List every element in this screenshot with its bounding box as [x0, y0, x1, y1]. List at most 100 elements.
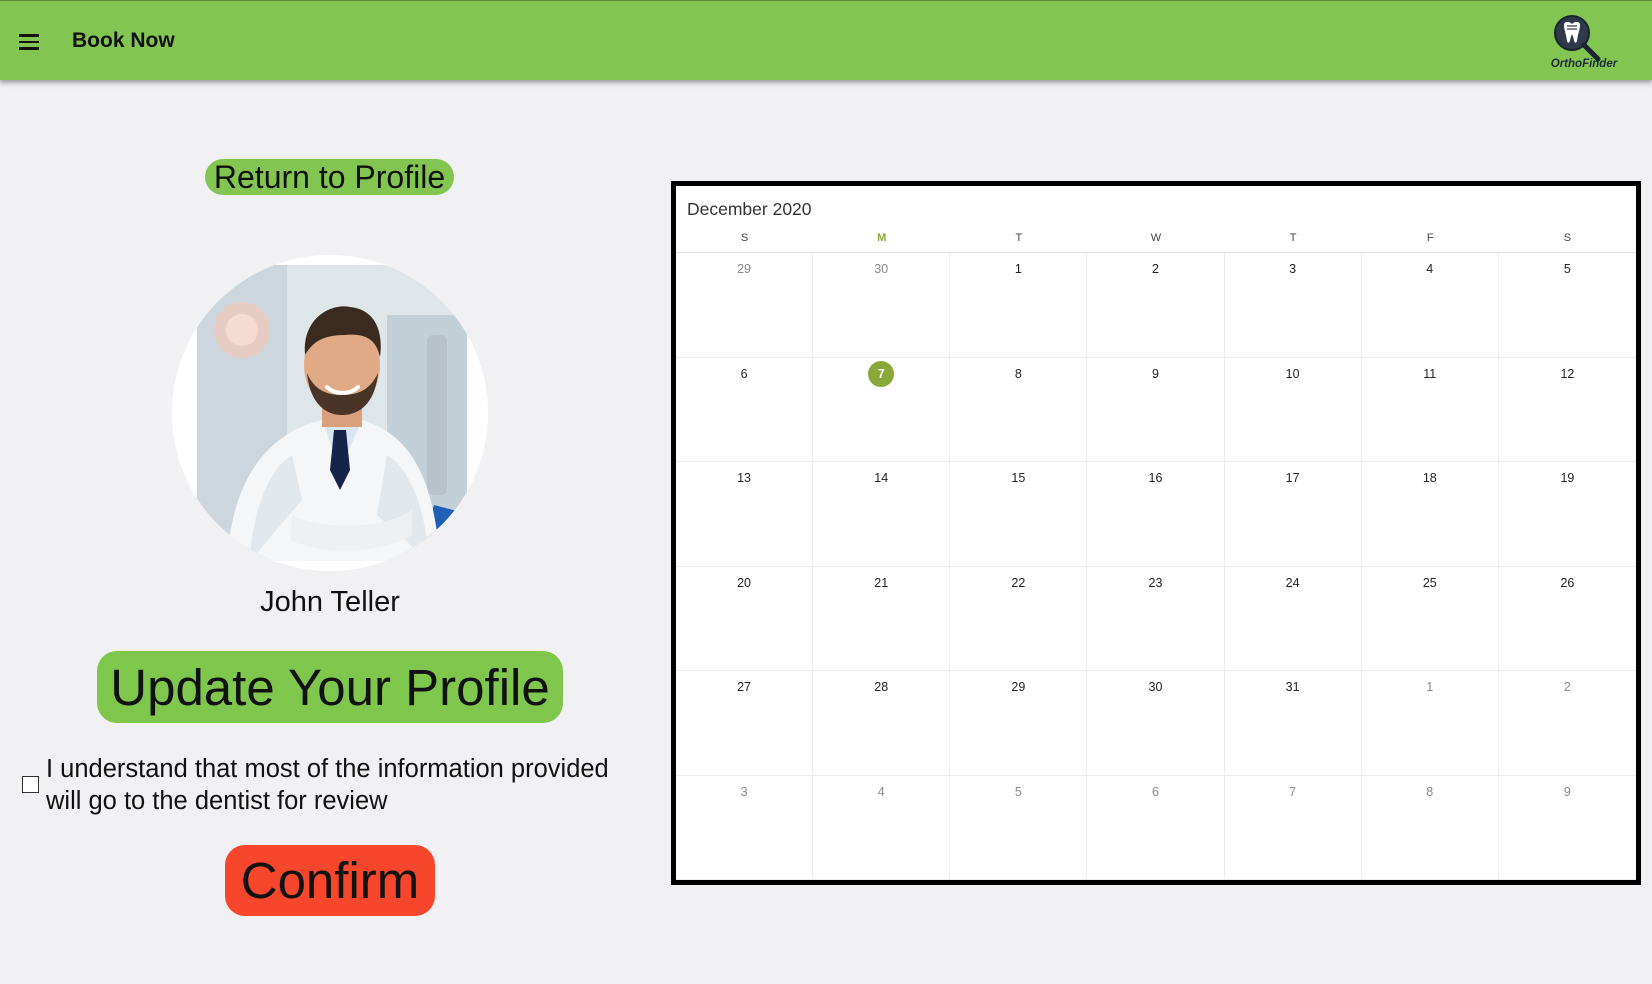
calendar: December 2020 SMTWTFS 29 30 1 2 3 4 5 6 7 8 9 10 11 1… [671, 181, 1641, 885]
calendar-day[interactable]: 3 [676, 775, 814, 880]
calendar-day[interactable]: 21 [813, 566, 951, 671]
calendar-day[interactable]: 7 [1224, 775, 1362, 880]
calendar-day[interactable]: 1 [1361, 671, 1499, 776]
calendar-day-number: 25 [1422, 575, 1437, 590]
hamburger-menu-icon[interactable] [14, 27, 44, 57]
calendar-day[interactable]: 4 [1361, 253, 1499, 358]
calendar-day[interactable]: 2 [1087, 253, 1225, 358]
calendar-day-number: 27 [737, 680, 752, 694]
calendar-day-number: 18 [1422, 471, 1437, 485]
calendar-day[interactable]: 4 [813, 775, 951, 880]
calendar-day-number: 4 [1426, 262, 1434, 276]
calendar-day-number: 22 [1011, 575, 1026, 590]
doctor-name: John Teller [260, 586, 400, 618]
weekday-label: M [877, 232, 887, 244]
calendar-day-number: 9 [1563, 784, 1571, 799]
calendar-day[interactable]: 23 [1087, 566, 1225, 671]
calendar-day-number: 2 [1563, 680, 1571, 694]
calendar-day[interactable]: 30 [813, 253, 951, 358]
calendar-day-number: 3 [740, 784, 748, 799]
calendar-day[interactable]: 31 [1224, 671, 1362, 776]
weekday-label: S [1563, 232, 1572, 244]
calendar-day-number: 2 [1152, 262, 1159, 276]
calendar-day[interactable]: 29 [676, 253, 814, 358]
weekday-label: W [1150, 232, 1162, 244]
calendar-day[interactable]: 14 [813, 462, 951, 567]
weekday-label: T [1289, 232, 1297, 244]
calendar-day-number: 1 [1014, 262, 1022, 276]
calendar-day-number: 5 [1014, 784, 1022, 799]
calendar-weekday-header: SMTWTFS [676, 231, 1636, 253]
calendar-day[interactable]: 16 [1087, 462, 1225, 567]
weekday-label: S [740, 232, 749, 244]
calendar-day-number: 6 [740, 366, 748, 381]
calendar-day-number: 3 [1289, 262, 1297, 276]
calendar-day-number: 12 [1560, 366, 1575, 381]
calendar-day-number: 8 [1014, 366, 1022, 381]
calendar-day-today[interactable]: 7 [813, 357, 951, 462]
calendar-grid: 29 30 1 2 3 4 5 6 7 8 9 10 11 12 13 14 15 16 17 18 19 20 21 22 2… [676, 253, 1636, 880]
calendar-day-number: 17 [1285, 471, 1300, 485]
calendar-day-number: 7 [868, 360, 895, 387]
update-profile-button[interactable]: Update Your Profile [97, 651, 563, 723]
calendar-day-number: 20 [737, 575, 752, 590]
calendar-day[interactable]: 26 [1498, 567, 1636, 671]
calendar-day[interactable]: 8 [950, 357, 1088, 462]
calendar-day[interactable]: 15 [950, 462, 1088, 567]
calendar-day-number: 23 [1148, 575, 1163, 590]
calendar-day-number: 9 [1152, 366, 1159, 381]
calendar-day[interactable]: 27 [676, 671, 814, 776]
calendar-day[interactable]: 20 [676, 566, 814, 671]
calendar-day-number: 21 [874, 575, 889, 590]
calendar-day-number: 28 [874, 680, 889, 694]
calendar-day-number: 14 [874, 471, 889, 485]
calendar-day-number: 15 [1011, 471, 1026, 485]
calendar-day[interactable]: 2 [1498, 671, 1636, 776]
calendar-day-number: 30 [874, 262, 889, 276]
page-title: Book Now [72, 29, 175, 52]
calendar-day[interactable]: 12 [1498, 358, 1636, 462]
confirm-button[interactable]: Confirm [225, 845, 435, 916]
calendar-day[interactable]: 3 [1224, 253, 1362, 358]
calendar-day-number: 1 [1426, 680, 1434, 694]
calendar-day-number: 13 [737, 471, 752, 485]
consent-checkbox[interactable] [22, 776, 39, 793]
calendar-day-number: 8 [1426, 784, 1434, 799]
calendar-day[interactable]: 13 [676, 462, 814, 567]
logo-text: OrthoFinder [1550, 58, 1618, 70]
calendar-day-number: 10 [1285, 366, 1300, 381]
calendar-day[interactable]: 24 [1224, 566, 1362, 671]
calendar-day[interactable]: 8 [1361, 775, 1499, 880]
calendar-day[interactable]: 18 [1361, 462, 1499, 567]
calendar-day-number: 30 [1148, 680, 1163, 694]
calendar-day[interactable]: 5 [1498, 253, 1636, 358]
weekday-label: F [1426, 232, 1434, 244]
calendar-day[interactable]: 22 [950, 566, 1088, 671]
calendar-day[interactable]: 1 [950, 253, 1088, 358]
calendar-day-number: 7 [1289, 784, 1297, 799]
calendar-day[interactable]: 25 [1361, 566, 1499, 671]
calendar-day[interactable]: 17 [1224, 462, 1362, 567]
calendar-day[interactable]: 19 [1498, 462, 1636, 567]
calendar-day-number: 6 [1152, 784, 1159, 799]
calendar-day[interactable]: 30 [1087, 671, 1225, 776]
calendar-day[interactable]: 28 [813, 671, 951, 776]
weekday-label: T [1015, 232, 1023, 244]
calendar-day-number: 4 [877, 784, 885, 799]
calendar-day[interactable]: 9 [1498, 776, 1636, 880]
app-bar: Book Now OrthoFinder [0, 0, 1652, 80]
calendar-day[interactable]: 11 [1361, 357, 1499, 462]
calendar-day[interactable]: 5 [950, 775, 1088, 880]
calendar-day[interactable]: 10 [1224, 357, 1362, 462]
calendar-day[interactable]: 6 [1087, 775, 1225, 880]
calendar-day-number: 26 [1560, 575, 1575, 590]
calendar-day-number: 5 [1563, 262, 1571, 276]
consent-label: I understand that most of the informatio… [46, 755, 609, 815]
calendar-month-label: December 2020 [687, 199, 812, 219]
calendar-day[interactable]: 29 [950, 671, 1088, 776]
return-to-profile-button[interactable]: Return to Profile [205, 159, 454, 195]
calendar-day[interactable]: 9 [1087, 357, 1225, 462]
calendar-day[interactable]: 6 [676, 357, 814, 462]
calendar-day-number: 11 [1423, 366, 1437, 381]
calendar-day-number: 29 [737, 262, 752, 276]
